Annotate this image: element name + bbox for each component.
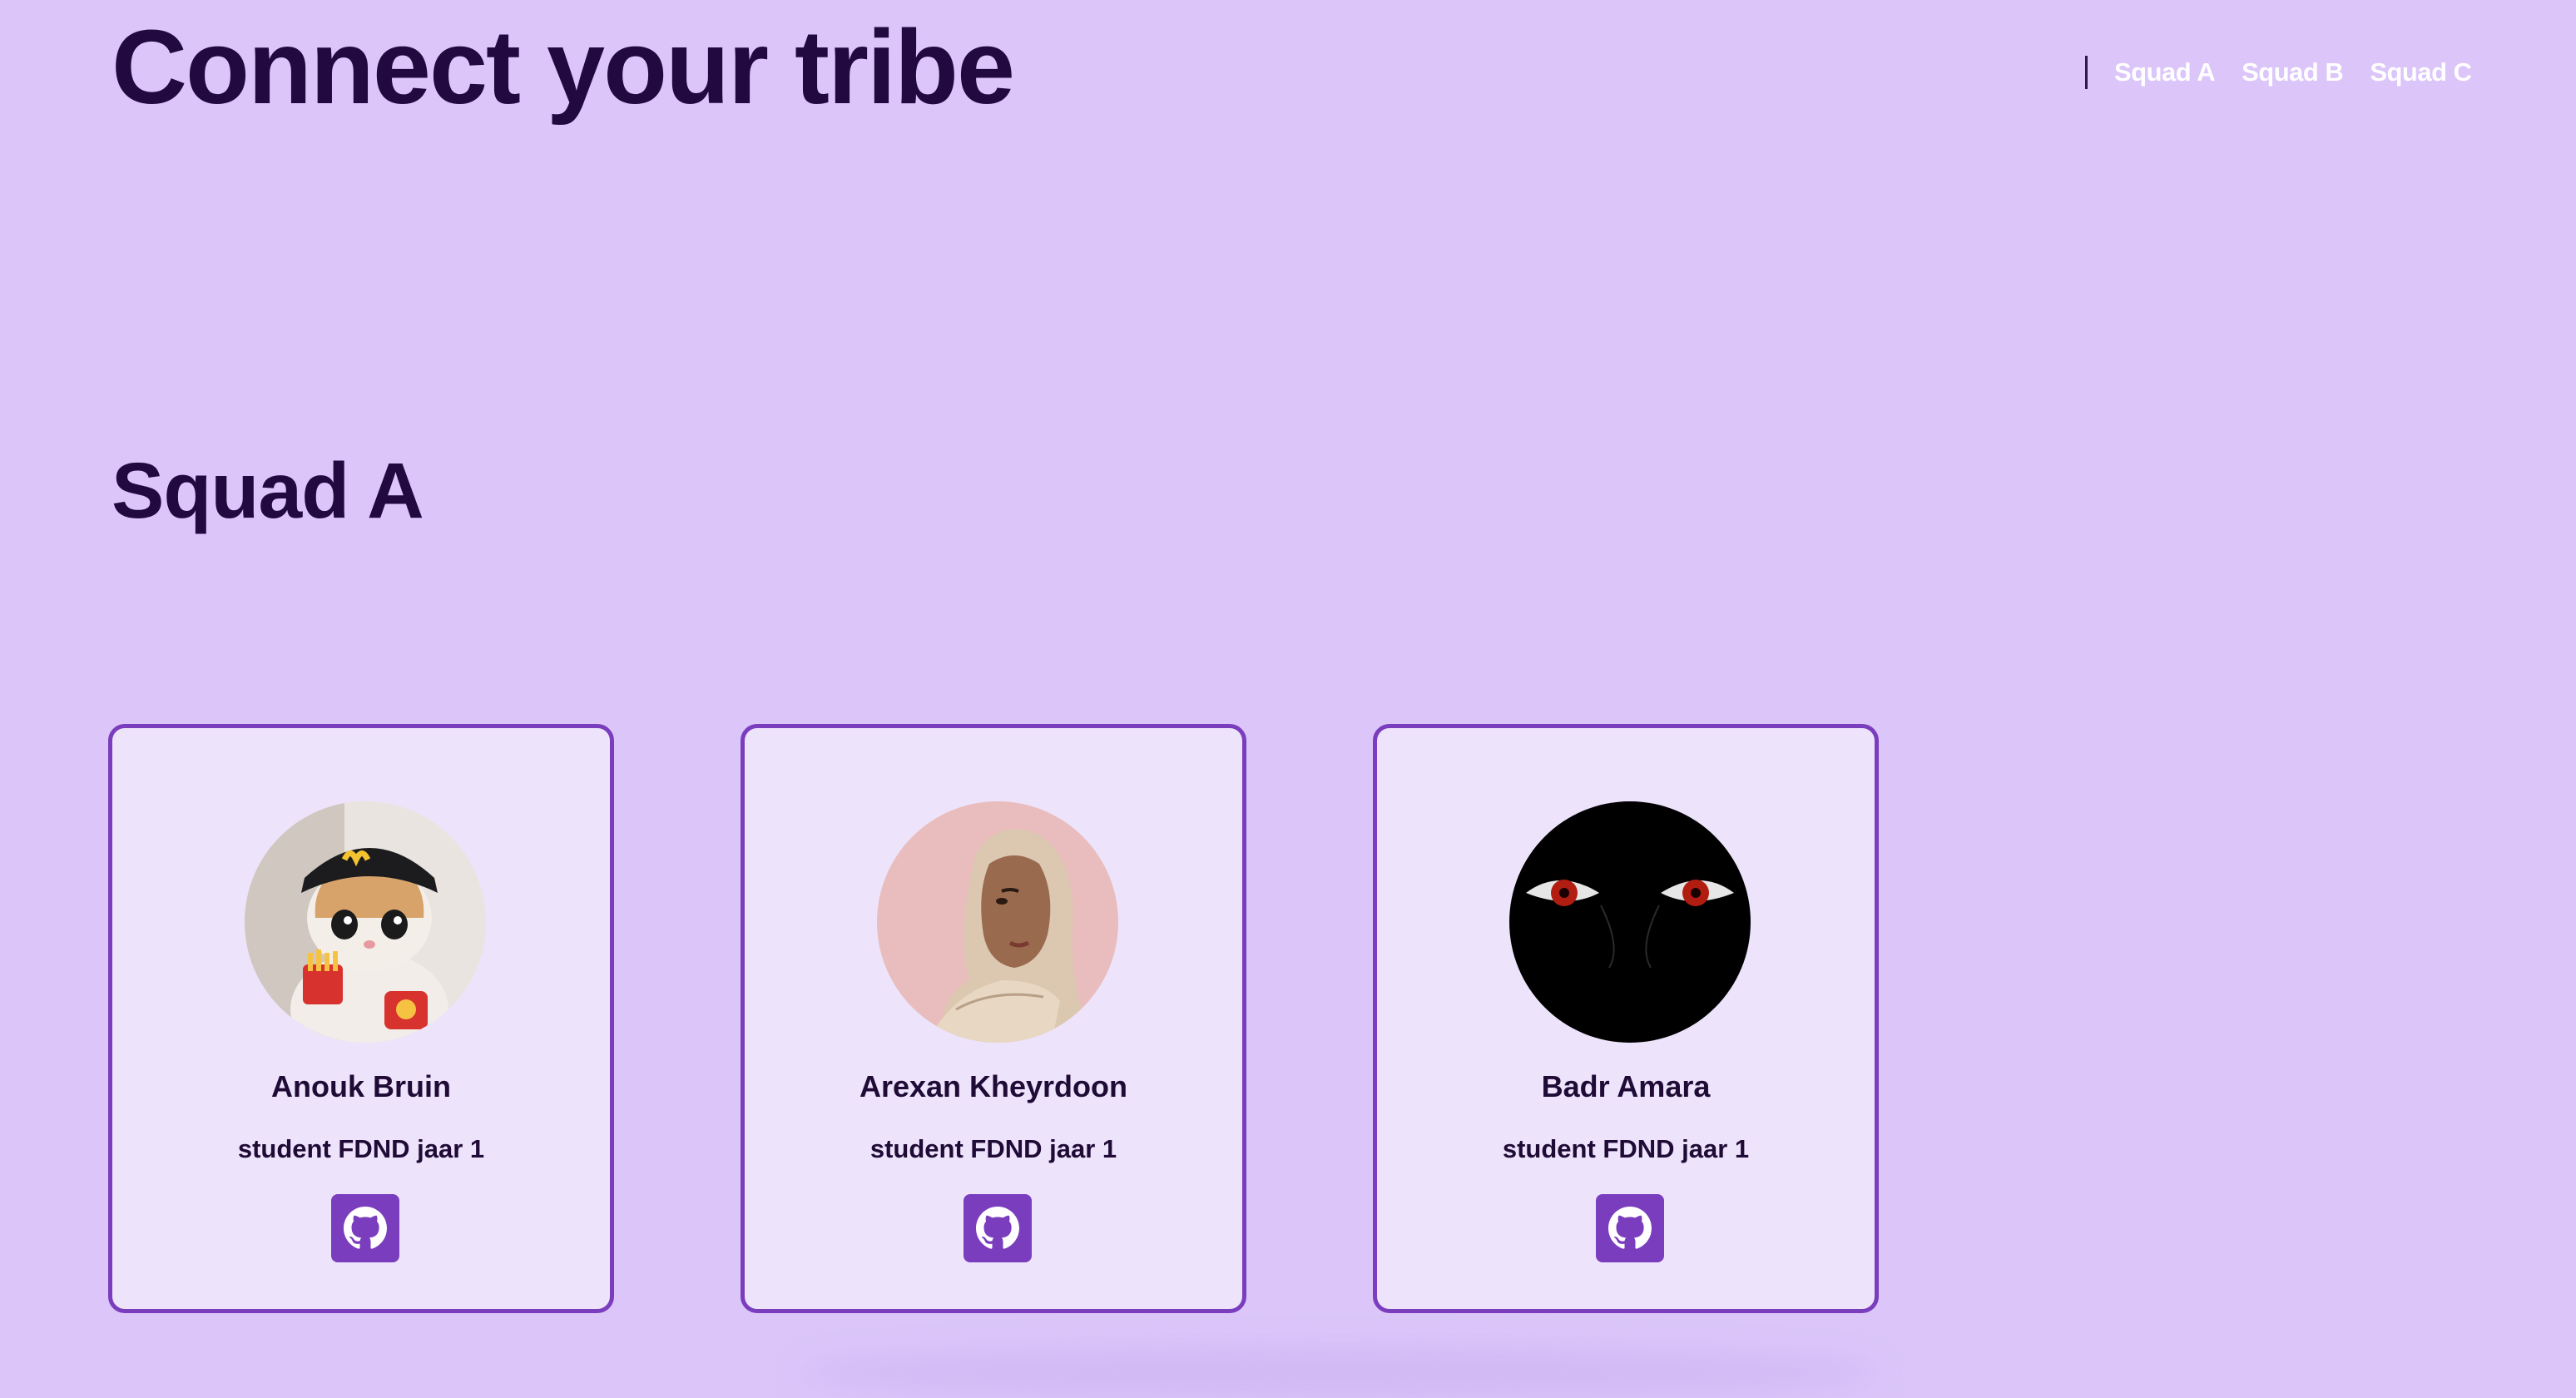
github-icon bbox=[1608, 1207, 1652, 1249]
member-card: Arexan Kheyrdoon student FDND jaar 1 bbox=[741, 724, 1246, 1313]
red-eyes-dark-avatar bbox=[1509, 801, 1751, 1043]
member-role: student FDND jaar 1 bbox=[869, 1134, 1117, 1163]
avatar bbox=[1509, 801, 1751, 1043]
member-card: Anouk Bruin student FDND jaar 1 bbox=[108, 724, 614, 1313]
bottom-shadow bbox=[799, 1348, 1880, 1398]
nav-link-squad-c[interactable]: Squad C bbox=[2370, 57, 2472, 87]
squad-nav: Squad A Squad B Squad C bbox=[2085, 52, 2472, 93]
member-card: Badr Amara student FDND jaar 1 bbox=[1373, 724, 1879, 1313]
github-link-button[interactable] bbox=[964, 1194, 1032, 1262]
nav-link-squad-b[interactable]: Squad B bbox=[2242, 57, 2344, 87]
member-name: Anouk Bruin bbox=[271, 1069, 451, 1103]
illustrated-woman-hijab-avatar bbox=[877, 801, 1118, 1043]
github-icon bbox=[976, 1207, 1019, 1249]
github-icon bbox=[344, 1207, 387, 1249]
member-name: Arexan Kheyrdoon bbox=[859, 1069, 1128, 1103]
member-name: Badr Amara bbox=[1541, 1069, 1711, 1103]
nav-link-squad-a[interactable]: Squad A bbox=[2114, 57, 2216, 87]
github-link-button[interactable] bbox=[1596, 1194, 1664, 1262]
member-role: student FDND jaar 1 bbox=[1502, 1134, 1750, 1163]
nav-divider bbox=[2085, 56, 2088, 89]
squad-title: Squad A bbox=[111, 447, 424, 535]
github-link-button[interactable] bbox=[331, 1194, 399, 1262]
avatar bbox=[245, 801, 486, 1043]
kitten-with-cap-avatar bbox=[245, 801, 486, 1043]
avatar bbox=[877, 801, 1118, 1043]
page-title: Connect your tribe bbox=[111, 8, 1015, 126]
member-role: student FDND jaar 1 bbox=[237, 1134, 485, 1163]
